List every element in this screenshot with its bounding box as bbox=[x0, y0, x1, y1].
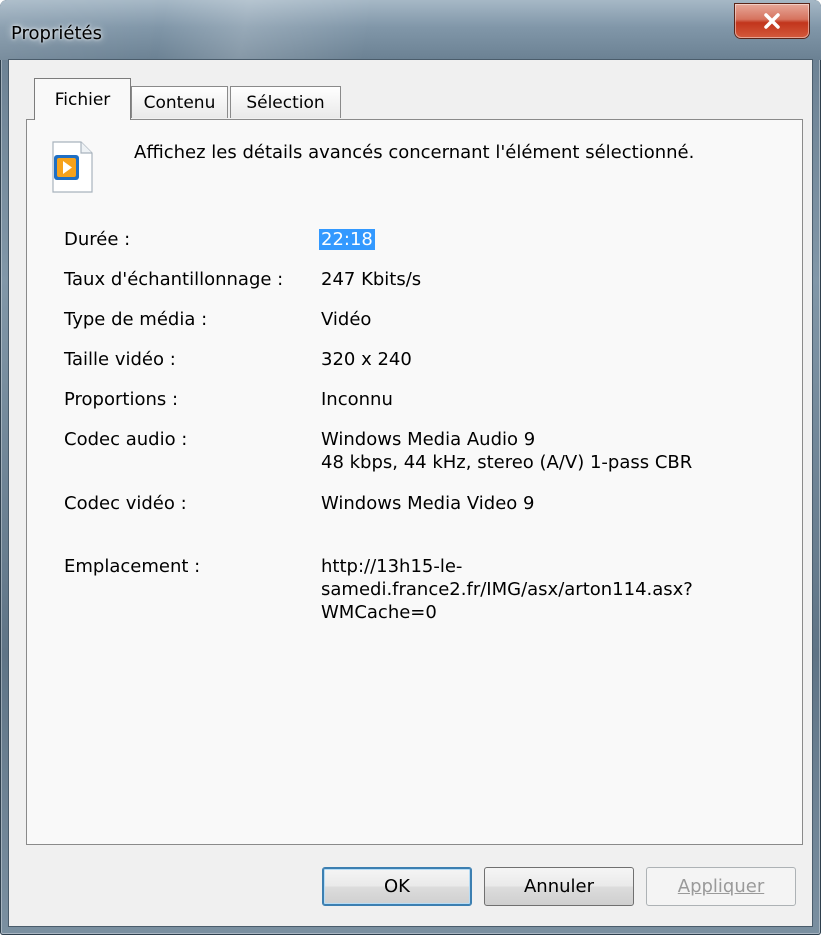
value-duree[interactable]: 22:18 bbox=[319, 228, 375, 251]
apply-button-label: Appliquer bbox=[677, 876, 765, 897]
emplacement-line: http://13h15-le- bbox=[321, 556, 463, 577]
label-taux-echantillonnage: Taux d'échantillonnage : bbox=[64, 269, 284, 290]
cancel-button[interactable]: Annuler bbox=[484, 867, 634, 906]
tab-contenu[interactable]: Contenu bbox=[131, 86, 228, 118]
value-proportions[interactable]: Inconnu bbox=[321, 388, 393, 411]
tab-contenu-label: Contenu bbox=[143, 92, 216, 113]
label-duree: Durée : bbox=[64, 229, 131, 250]
value-taux-echantillonnage[interactable]: 247 Kbits/s bbox=[321, 268, 421, 291]
value-type-media[interactable]: Vidéo bbox=[321, 308, 371, 331]
description-text: Affichez les détails avancés concernant … bbox=[134, 142, 695, 163]
label-type-media: Type de média : bbox=[64, 309, 208, 330]
ok-button-label: OK bbox=[384, 876, 410, 897]
label-emplacement: Emplacement : bbox=[64, 556, 201, 577]
label-proportions: Proportions : bbox=[64, 389, 179, 410]
close-icon bbox=[764, 13, 780, 29]
value-emplacement[interactable]: http://13h15-le- samedi.france2.fr/IMG/a… bbox=[321, 555, 693, 624]
apply-button[interactable]: Appliquer bbox=[646, 867, 796, 906]
properties-window: Propriétés Fichier Contenu Sélection Aff… bbox=[0, 0, 821, 935]
tab-selection[interactable]: Sélection bbox=[230, 86, 341, 118]
value-codec-audio[interactable]: Windows Media Audio 9 48 kbps, 44 kHz, s… bbox=[321, 428, 692, 474]
tab-page-fichier: Affichez les détails avancés concernant … bbox=[26, 119, 803, 845]
codec-audio-line: 48 kbps, 44 kHz, stereo (A/V) 1-pass CBR bbox=[321, 452, 693, 473]
emplacement-line: samedi.france2.fr/IMG/asx/arton114.asx? bbox=[321, 579, 693, 600]
selected-duration-text[interactable]: 22:18 bbox=[319, 229, 375, 250]
media-file-icon bbox=[52, 141, 93, 193]
dialog-client-area: Fichier Contenu Sélection Affichez les d… bbox=[9, 60, 812, 926]
value-taille-video[interactable]: 320 x 240 bbox=[321, 348, 412, 371]
label-taille-video: Taille vidéo : bbox=[64, 349, 176, 370]
codec-audio-line: Windows Media Audio 9 bbox=[321, 429, 536, 450]
title-bar[interactable]: Propriétés bbox=[0, 0, 821, 60]
emplacement-line: WMCache=0 bbox=[321, 602, 437, 623]
cancel-button-label: Annuler bbox=[523, 876, 594, 897]
value-codec-video[interactable]: Windows Media Video 9 bbox=[321, 492, 534, 515]
tab-fichier[interactable]: Fichier bbox=[34, 78, 131, 120]
close-button[interactable] bbox=[735, 4, 809, 38]
tab-fichier-label: Fichier bbox=[54, 89, 111, 110]
ok-button[interactable]: OK bbox=[322, 867, 472, 906]
window-title: Propriétés bbox=[11, 23, 102, 44]
label-codec-audio: Codec audio : bbox=[64, 429, 188, 450]
tab-selection-label: Sélection bbox=[246, 92, 325, 113]
label-codec-video: Codec vidéo : bbox=[64, 493, 187, 514]
